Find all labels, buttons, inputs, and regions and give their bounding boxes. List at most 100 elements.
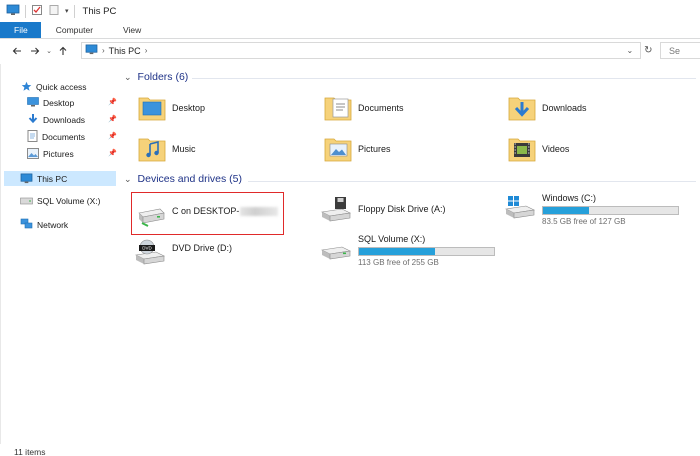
drive-label: Windows (C:) [542, 193, 597, 203]
download-arrow-icon [27, 113, 39, 127]
folder-documents-icon [324, 92, 352, 124]
tab-computer[interactable]: Computer [41, 22, 108, 38]
folder-label: Pictures [358, 144, 391, 154]
folder-videos[interactable]: Videos [508, 133, 569, 165]
tab-file[interactable]: File [0, 22, 41, 38]
group-header-drives[interactable]: ⌄ Devices and drives (5) [124, 173, 242, 185]
drive-windows-c[interactable]: Windows (C:) 83.5 GB free of 127 GB [504, 193, 679, 226]
nav-label: Pictures [43, 149, 74, 159]
collapse-chevron-icon[interactable]: ⌄ [124, 174, 132, 185]
forward-arrow-icon[interactable] [26, 42, 44, 60]
nav-label: Downloads [43, 115, 86, 125]
windows-drive-icon [504, 193, 536, 223]
nav-label: Desktop [43, 98, 75, 108]
pin-icon[interactable]: 📌 [108, 149, 117, 157]
drive-label: SQL Volume (X:) [358, 234, 426, 244]
this-pc-icon [20, 173, 33, 186]
properties-icon[interactable] [31, 4, 43, 18]
drive-label: DVD Drive (D:) [172, 243, 232, 253]
breadcrumb-separator[interactable]: › [102, 46, 105, 55]
storage-usage-bar [358, 247, 495, 256]
ribbon-tabs: File Computer View [0, 22, 700, 39]
address-dropdown-chevron-icon[interactable]: ⌄ [626, 46, 633, 55]
drive-free-space: 83.5 GB free of 127 GB [542, 217, 626, 226]
status-item-count: 11 items [14, 447, 46, 456]
navigation-bar: ⌄ › This PC › ⌄ ↻ Se [0, 40, 700, 62]
folder-label: Downloads [542, 103, 587, 113]
nav-sql-volume[interactable]: SQL Volume (X:) [20, 194, 100, 208]
folder-documents[interactable]: Documents [324, 92, 404, 124]
breadcrumb-this-pc[interactable]: This PC [109, 46, 141, 56]
up-arrow-icon[interactable] [54, 42, 72, 60]
folder-videos-icon [508, 133, 536, 165]
redacted-hostname [240, 207, 279, 217]
folder-label: Music [172, 144, 196, 154]
customize-qa-dropdown-icon[interactable]: ▾ [65, 7, 69, 15]
tab-view[interactable]: View [108, 22, 156, 38]
nav-pictures[interactable]: Pictures [27, 147, 74, 161]
folder-pictures-icon [324, 133, 352, 165]
folder-downloads[interactable]: Downloads [508, 92, 587, 124]
folder-desktop[interactable]: Desktop [138, 92, 205, 124]
star-icon [21, 81, 32, 94]
drive-icon [320, 234, 352, 264]
nav-this-pc[interactable]: This PC [20, 172, 67, 186]
network-icon [20, 218, 33, 232]
new-folder-icon[interactable] [48, 4, 60, 18]
content-pane: ⌄ Folders (6) Desktop Documents Download… [122, 66, 700, 446]
folder-pictures[interactable]: Pictures [324, 133, 391, 165]
folder-downloads-icon [508, 92, 536, 124]
svg-text:DVD: DVD [142, 246, 152, 251]
nav-network[interactable]: Network [20, 218, 68, 232]
network-drive-icon [136, 201, 166, 229]
pictures-icon [27, 147, 39, 161]
storage-usage-fill [359, 248, 435, 255]
drive-label: Floppy Disk Drive (A:) [358, 204, 446, 214]
drive-icon [20, 196, 33, 207]
group-divider [192, 78, 696, 79]
pin-icon[interactable]: 📌 [108, 115, 117, 123]
folder-label: Videos [542, 144, 570, 154]
folder-label: Documents [358, 103, 404, 113]
address-bar[interactable]: › This PC › [81, 42, 641, 59]
nav-label: Quick access [36, 82, 87, 92]
collapse-chevron-icon[interactable]: ⌄ [124, 72, 132, 83]
folder-label: Desktop [172, 103, 206, 113]
drive-floppy[interactable]: Floppy Disk Drive (A:) [320, 196, 446, 226]
storage-usage-bar [542, 206, 679, 215]
nav-label: Documents [42, 132, 85, 142]
nav-downloads[interactable]: Downloads [27, 113, 85, 127]
dvd-drive-icon: DVD [134, 239, 166, 269]
floppy-drive-icon [320, 196, 352, 226]
breadcrumb-separator[interactable]: › [145, 46, 148, 55]
drive-free-space: 113 GB free of 255 GB [358, 258, 439, 267]
refresh-icon[interactable]: ↻ [644, 45, 652, 56]
folder-music[interactable]: Music [138, 133, 196, 165]
nav-quick-access[interactable]: Quick access [21, 80, 87, 94]
nav-documents[interactable]: Documents [27, 130, 85, 144]
pin-icon[interactable]: 📌 [108, 98, 117, 106]
drive-sql-volume[interactable]: SQL Volume (X:) 113 GB free of 255 GB [320, 234, 495, 267]
group-title: Folders (6) [137, 71, 189, 83]
folder-desktop-icon [138, 92, 166, 124]
window-title: This PC [82, 5, 117, 17]
drive-label: C on DESKTOP- [172, 206, 240, 216]
nav-label: Network [37, 220, 69, 230]
storage-usage-fill [543, 207, 589, 214]
pin-icon[interactable]: 📌 [108, 132, 117, 140]
group-divider [248, 181, 696, 182]
search-input[interactable]: Se [660, 42, 700, 59]
back-arrow-icon[interactable] [8, 42, 26, 60]
this-pc-icon [85, 44, 98, 57]
nav-label: This PC [37, 174, 68, 184]
drive-dvd[interactable]: DVD DVD Drive (D:) [134, 239, 232, 269]
group-title: Devices and drives (5) [137, 173, 243, 185]
quick-access-toolbar: ▾ [6, 0, 75, 22]
nav-desktop[interactable]: Desktop [27, 96, 74, 110]
nav-label: SQL Volume (X:) [37, 196, 101, 206]
drive-c-network[interactable]: C on DESKTOP- [136, 201, 279, 229]
group-header-folders[interactable]: ⌄ Folders (6) [124, 71, 188, 83]
desktop-icon [27, 97, 39, 109]
documents-icon [27, 130, 38, 144]
recent-locations-chevron-icon[interactable]: ⌄ [44, 42, 54, 60]
